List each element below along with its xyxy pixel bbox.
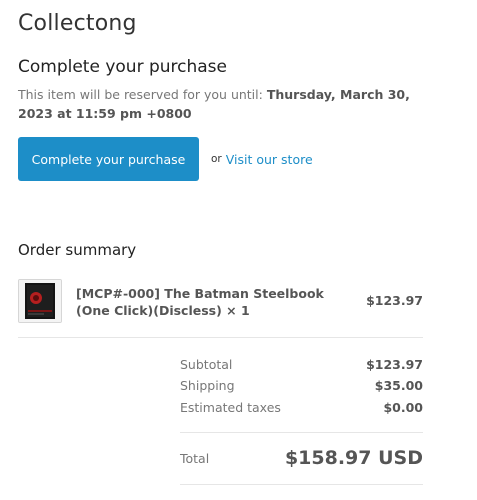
page-title: Complete your purchase (18, 57, 227, 77)
taxes-label: Estimated taxes (180, 400, 281, 415)
visit-store-link[interactable]: Visit our store (226, 152, 313, 167)
subtotal-value: $123.97 (366, 357, 423, 372)
reservation-text: This item will be reserved for you until… (18, 87, 263, 102)
reservation-notice: This item will be reserved for you until… (18, 85, 438, 123)
product-thumbnail (18, 279, 62, 323)
shipping-label: Shipping (180, 378, 235, 393)
shipping-value: $35.00 (374, 378, 423, 393)
list-item: [MCP#-000] The Batman Steelbook (One Cli… (18, 279, 423, 325)
or-separator: or (211, 153, 222, 165)
shipping-row: Shipping $35.00 (180, 378, 423, 396)
steelbook-product-image (19, 280, 61, 322)
checkout-email-page: Collectong Complete your purchase This i… (0, 0, 477, 500)
divider (180, 432, 423, 433)
taxes-value: $0.00 (383, 400, 423, 415)
complete-purchase-button[interactable]: Complete your purchase (18, 137, 199, 181)
total-value: $158.97 USD (284, 447, 423, 469)
cta-row: Complete your purchase or Visit our stor… (18, 137, 313, 181)
product-name: [MCP#-000] The Batman Steelbook (One Cli… (76, 286, 324, 318)
order-summary-title: Order summary (18, 241, 137, 259)
divider (18, 337, 423, 338)
subtotal-row: Subtotal $123.97 (180, 357, 423, 375)
total-label: Total (180, 451, 210, 466)
shop-name: Collectong (18, 11, 137, 36)
divider (180, 484, 423, 485)
taxes-row: Estimated taxes $0.00 (180, 400, 423, 418)
subtotal-label: Subtotal (180, 357, 233, 372)
product-price: $123.97 (366, 293, 423, 308)
